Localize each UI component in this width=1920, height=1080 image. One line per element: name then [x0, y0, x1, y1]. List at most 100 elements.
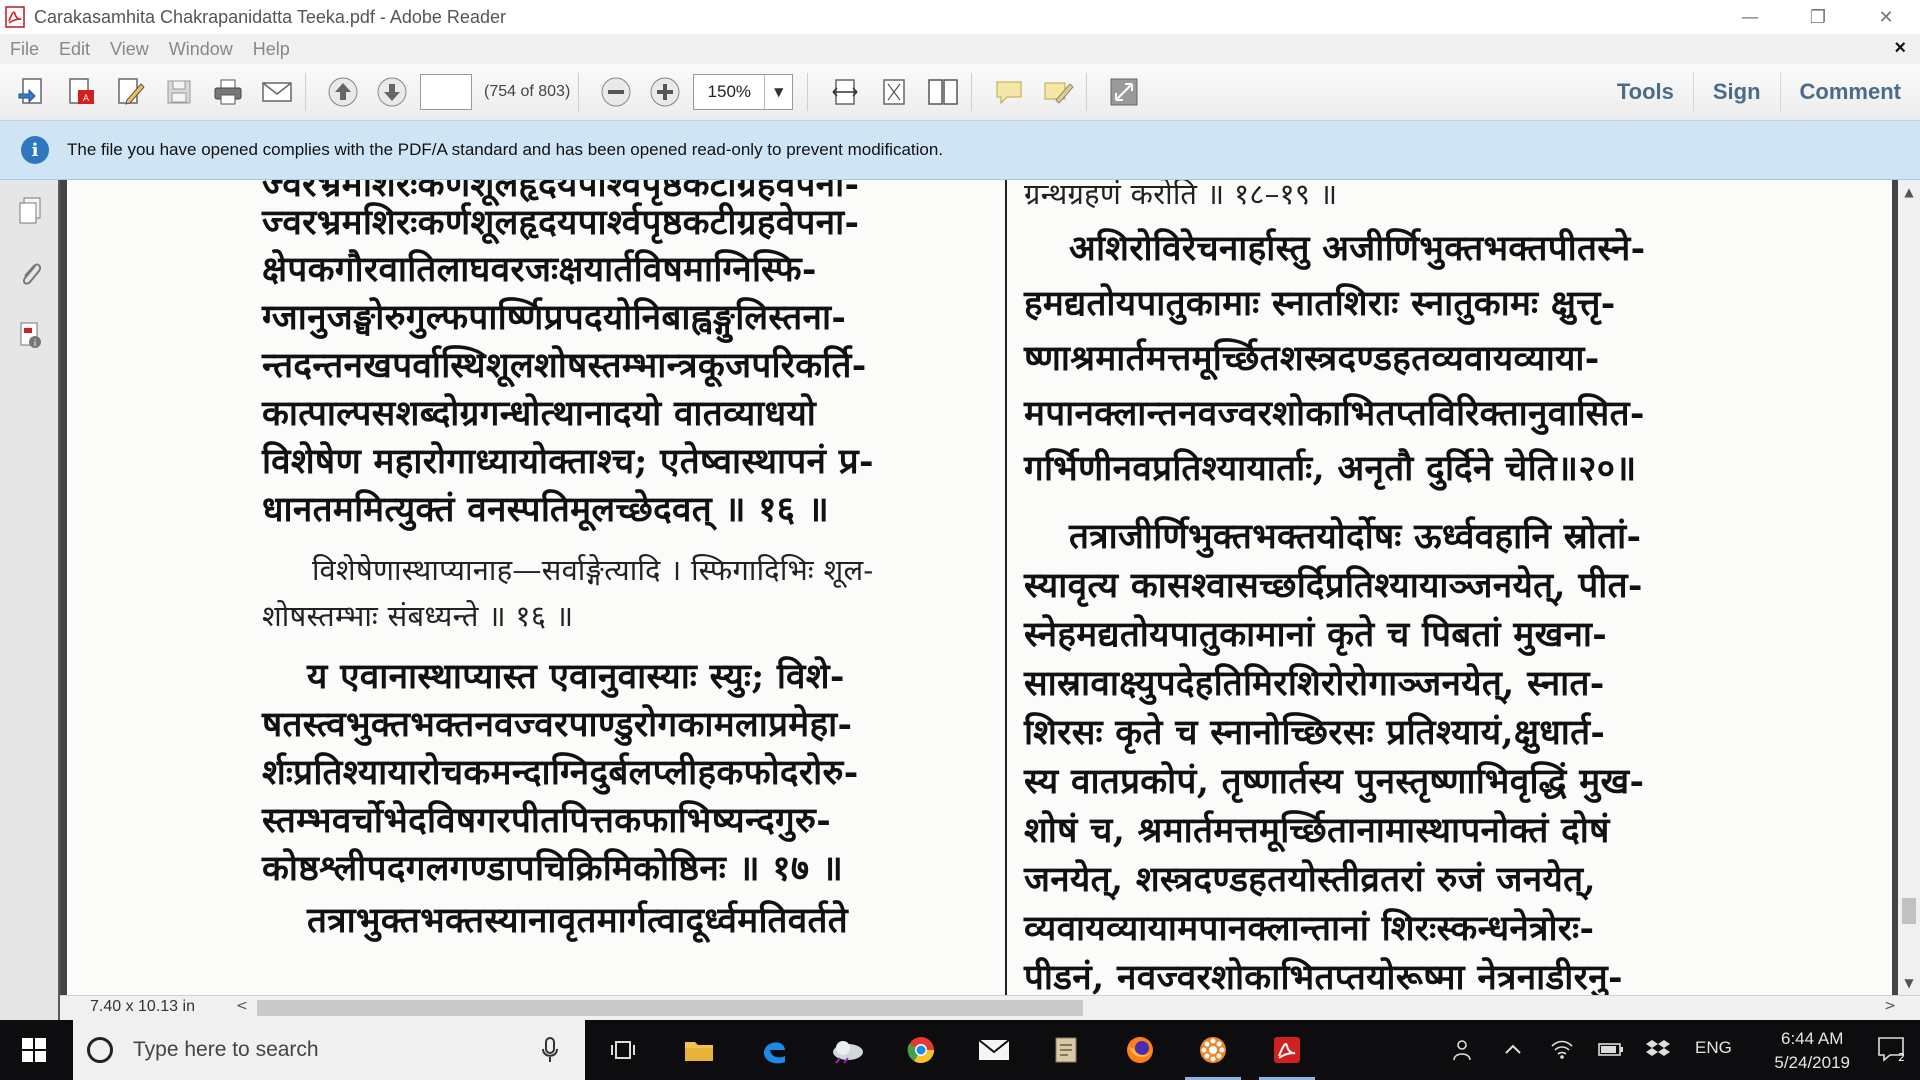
battery-icon[interactable]: [1597, 1038, 1625, 1065]
pinned-app-icon[interactable]: [1177, 1020, 1249, 1080]
text-line: जनयेत्, शस्त्रदण्डहतयोस्तीव्रतरां रुजं ज…: [1024, 859, 1596, 900]
zoom-select[interactable]: 150% ▼: [693, 74, 794, 110]
print-icon[interactable]: [208, 72, 248, 112]
svg-text:i: i: [34, 339, 37, 349]
chevron-up-icon[interactable]: [1502, 1038, 1524, 1065]
document-view[interactable]: ज्वरभ्रमशिरःकर्णशूलहृदयपार्श्वपृष्ठकटीग्…: [60, 180, 1898, 995]
edge-browser-icon[interactable]: [738, 1020, 810, 1080]
title-bar: Carakasamhita Chakrapanidatta Teeka.pdf …: [0, 0, 1920, 34]
clock-date: 5/24/2019: [1774, 1053, 1850, 1072]
commentary-line: शोषस्तम्भाः संबध्यन्ते ॥ १६ ॥: [262, 599, 574, 633]
clock-time: 6:44 AM: [1780, 1029, 1844, 1048]
email-icon[interactable]: [257, 72, 297, 112]
toolbar-divider: [305, 73, 306, 111]
menu-bar: File Edit View Window Help ×: [0, 34, 1920, 64]
text-line: षतस्त्वभुक्तभक्तनवज्वरपाण्डुरोगकामलाप्रम…: [262, 704, 853, 745]
scroll-down-icon[interactable]: ▼: [1898, 971, 1920, 995]
menu-window[interactable]: Window: [159, 39, 243, 60]
text-line: र्शःप्रतिश्यायारोचकमन्दाग्निदुर्बलप्लीहक…: [262, 752, 859, 793]
text-line: ज्वरभ्रमशिरःकर्णशूलहृदयपार्श्वपृष्ठकटीग्…: [262, 202, 860, 243]
taskbar-search-box[interactable]: Type here to search: [73, 1020, 585, 1080]
zoom-value: 150%: [694, 75, 766, 109]
text-line: ष्णाश्रमार्तमत्तमूर्च्छितशस्त्रदण्डहतव्य…: [1024, 338, 1600, 379]
comment-link[interactable]: Comment: [1779, 72, 1920, 112]
notification-count: 2: [1898, 1051, 1905, 1064]
dropbox-icon[interactable]: [1645, 1038, 1671, 1065]
task-view-icon[interactable]: [587, 1020, 659, 1080]
language-indicator[interactable]: ENG: [1695, 1038, 1732, 1058]
pdf-page: ज्वरभ्रमशिरःकर्णशूलहृदयपार्श्वपृष्ठकटीग्…: [67, 180, 1892, 995]
zoom-out-icon[interactable]: [596, 72, 636, 112]
scroll-left-icon[interactable]: <: [236, 998, 248, 1014]
text-line: शोषं च, श्रमार्तमत्तमूर्च्छितानामास्थापन…: [1024, 810, 1610, 851]
menu-edit[interactable]: Edit: [49, 39, 100, 60]
svg-text:A: A: [83, 94, 90, 104]
wifi-icon[interactable]: [1550, 1038, 1574, 1065]
document-info-icon[interactable]: i: [0, 304, 60, 366]
adobe-reader-taskbar-icon[interactable]: [1251, 1020, 1323, 1080]
vertical-scroll-thumb[interactable]: [1902, 898, 1916, 924]
close-document-button[interactable]: ×: [1894, 37, 1906, 60]
clock[interactable]: 6:44 AM 5/24/2019: [1774, 1027, 1850, 1075]
export-pdf-icon[interactable]: A: [61, 72, 101, 112]
sign-link[interactable]: Sign: [1692, 72, 1780, 112]
edit-pdf-icon[interactable]: [110, 72, 150, 112]
previous-page-icon[interactable]: [323, 72, 363, 112]
scroll-up-icon[interactable]: ▲: [1898, 180, 1920, 204]
attachments-icon[interactable]: [0, 242, 60, 304]
pdfa-info-bar: i The file you have opened complies with…: [0, 121, 1920, 180]
navigation-pane: i: [0, 180, 60, 1020]
tools-link[interactable]: Tools: [1598, 72, 1693, 112]
text-line: न्तदन्तनखपर्वास्थिशूलशोषस्तम्भान्त्रकूजप…: [262, 345, 867, 386]
page-number-input[interactable]: [420, 74, 472, 110]
text-line: शिरसः कृते च स्नानोच्छिरसः प्रतिश्यायं,क…: [1024, 712, 1606, 753]
minimize-button[interactable]: —: [1716, 0, 1784, 34]
fit-page-icon[interactable]: [874, 72, 914, 112]
horizontal-scroll-thumb[interactable]: [257, 1000, 1083, 1016]
window-controls: — ❐ ✕: [1716, 0, 1920, 34]
text-line: स्नेहमद्यतोयपातुकामानां कृते च पिबतां मु…: [1024, 614, 1608, 655]
pdfa-message: The file you have opened complies with t…: [67, 140, 944, 159]
full-screen-icon[interactable]: [1104, 72, 1144, 112]
close-button[interactable]: ✕: [1852, 0, 1920, 34]
text-line: स्तम्भवर्चोभेदविषगरपीतपित्तकफाभिष्यन्दगु…: [262, 800, 832, 841]
scroll-right-icon[interactable]: >: [1884, 998, 1896, 1014]
firefox-browser-icon[interactable]: [1104, 1020, 1176, 1080]
toolbar-divider: [971, 73, 973, 111]
page-count: (754 of 803): [484, 83, 571, 100]
mail-app-icon[interactable]: [958, 1020, 1030, 1080]
chrome-browser-icon[interactable]: [885, 1020, 957, 1080]
file-explorer-icon[interactable]: [663, 1020, 735, 1080]
notes-app-icon[interactable]: [1030, 1020, 1102, 1080]
menu-file[interactable]: File: [0, 39, 49, 60]
text-line: य एवानास्थाप्यास्त एवानुवास्याः स्युः; व…: [307, 656, 845, 697]
page-thumbnails-icon[interactable]: [0, 180, 60, 242]
commentary-line: विशेषेणास्थाप्यानाह—सर्वाङ्गेत्यादि । स्…: [312, 553, 874, 587]
people-icon[interactable]: [1450, 1038, 1474, 1067]
microphone-icon[interactable]: [541, 1036, 559, 1068]
windows-start-icon[interactable]: [0, 1020, 68, 1080]
page-size-label: 7.40 x 10.13 in: [90, 998, 195, 1015]
weather-app-icon[interactable]: [812, 1020, 884, 1080]
search-placeholder: Type here to search: [133, 1038, 319, 1061]
chevron-down-icon[interactable]: ▼: [765, 85, 792, 99]
save-icon[interactable]: [159, 72, 199, 112]
next-page-icon[interactable]: [372, 72, 412, 112]
comment-bubble-icon[interactable]: [989, 72, 1029, 112]
vertical-scrollbar[interactable]: ▲ ▼: [1898, 180, 1920, 995]
text-line: धानतममित्युक्तं वनस्पतिमूलच्छेदवत् ॥ १६ …: [262, 489, 829, 530]
two-page-view-icon[interactable]: [923, 72, 963, 112]
restore-button[interactable]: ❐: [1784, 0, 1852, 34]
text-line: व्यवायव्यायामपानक्लान्तानां शिरःस्कन्धने…: [1024, 908, 1595, 949]
toolbar-divider: [578, 73, 580, 111]
notifications-icon[interactable]: 2: [1876, 1034, 1906, 1069]
highlight-icon[interactable]: [1038, 72, 1078, 112]
fit-width-icon[interactable]: [825, 72, 865, 112]
cortana-icon: [87, 1037, 113, 1063]
create-pdf-icon[interactable]: [12, 72, 52, 112]
menu-view[interactable]: View: [100, 39, 159, 60]
toolbar-right-links: Tools Sign Comment: [1598, 64, 1920, 120]
menu-help[interactable]: Help: [243, 39, 300, 60]
text-line: तत्राजीर्णिभुक्तभक्तयोर्दोषः ऊर्ध्ववहानि…: [1069, 516, 1642, 557]
zoom-in-icon[interactable]: [645, 72, 685, 112]
